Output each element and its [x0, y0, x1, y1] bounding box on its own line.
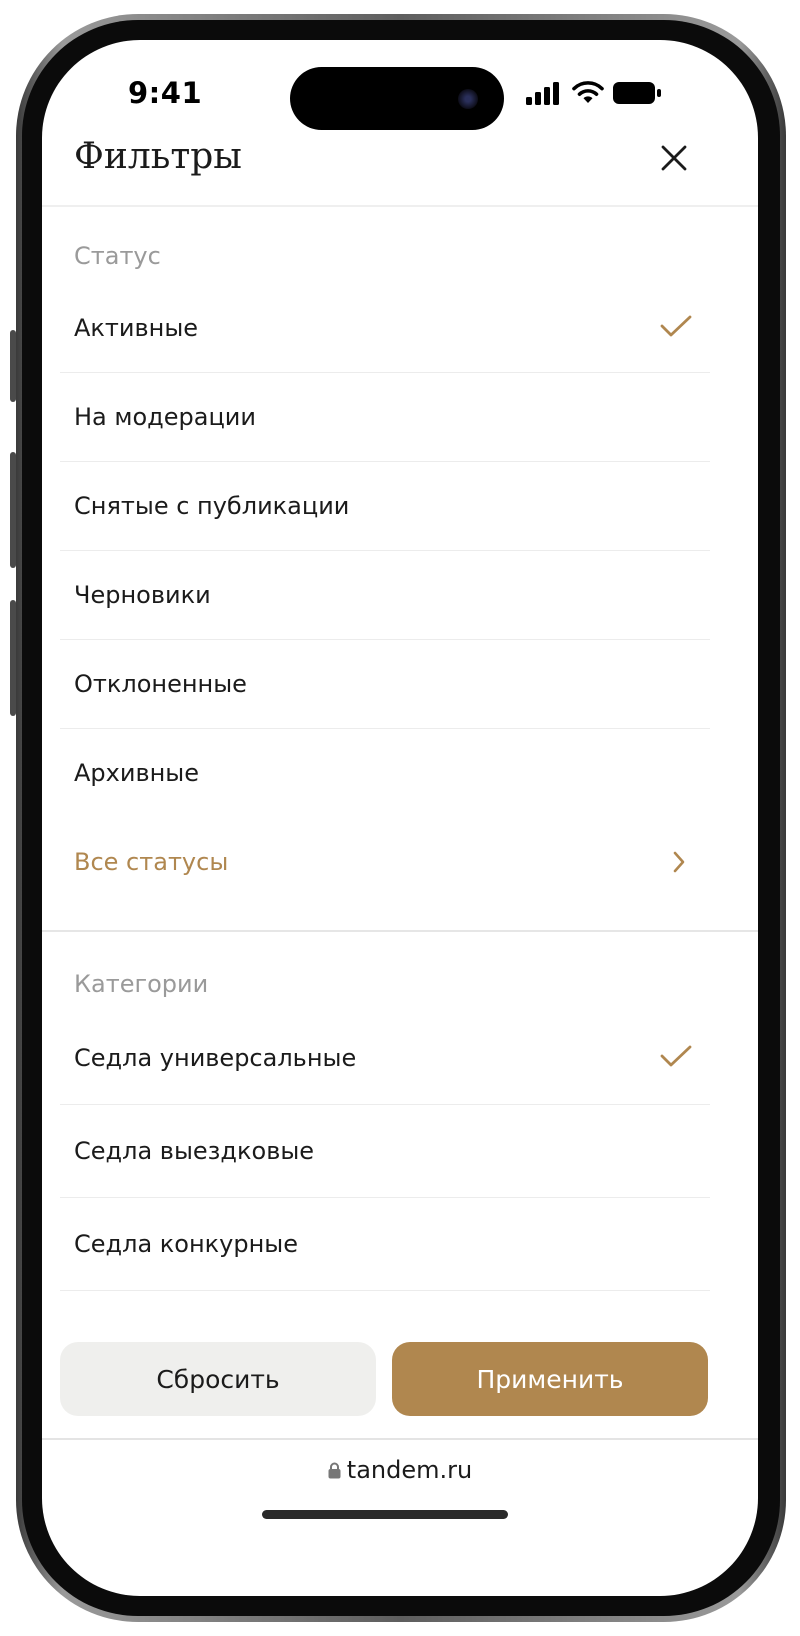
volume-down-button — [10, 600, 16, 716]
check-icon — [660, 315, 692, 337]
status-item-label: Отклоненные — [74, 670, 247, 698]
category-item-jumping[interactable]: Седла конкурные — [60, 1198, 710, 1291]
dynamic-island — [290, 67, 504, 130]
status-item-moderation[interactable]: На модерации — [60, 373, 710, 462]
status-time: 9:41 — [128, 76, 203, 110]
action-button — [10, 330, 16, 402]
section-divider — [42, 930, 758, 932]
status-item-label: На модерации — [74, 403, 257, 431]
close-button[interactable] — [660, 144, 688, 172]
status-item-active[interactable]: Активные — [60, 284, 710, 373]
row-divider — [60, 1290, 710, 1291]
status-item-label: Снятые с публикации — [74, 492, 350, 520]
camera-icon — [458, 89, 478, 109]
check-icon — [660, 1045, 692, 1067]
lock-icon — [328, 1462, 341, 1479]
all-statuses-label: Все статусы — [74, 848, 229, 876]
reset-button[interactable]: Сбросить — [60, 1342, 376, 1416]
close-icon — [661, 145, 687, 171]
url-bar-divider — [42, 1438, 758, 1440]
page-title: Фильтры — [74, 136, 242, 177]
category-item-universal[interactable]: Седла универсальные — [60, 1012, 710, 1105]
battery-icon — [613, 82, 661, 104]
header-divider — [42, 205, 758, 207]
status-item-label: Архивные — [74, 759, 200, 787]
status-item-drafts[interactable]: Черновики — [60, 551, 710, 640]
cellular-signal-icon — [526, 82, 559, 105]
volume-up-button — [10, 452, 16, 568]
all-statuses-link[interactable]: Все статусы — [60, 818, 710, 908]
url-bar[interactable]: tandem.ru — [42, 1456, 758, 1484]
url-text: tandem.ru — [346, 1456, 473, 1484]
category-item-label: Седла универсальные — [74, 1044, 357, 1072]
home-indicator[interactable] — [262, 1510, 508, 1519]
apply-button[interactable]: Применить — [392, 1342, 708, 1416]
status-item-rejected[interactable]: Отклоненные — [60, 640, 710, 729]
status-item-archived[interactable]: Архивные — [60, 729, 710, 818]
status-item-unpublished[interactable]: Снятые с публикации — [60, 462, 710, 551]
category-item-dressage[interactable]: Седла выездковые — [60, 1105, 710, 1198]
wifi-icon — [572, 81, 604, 103]
status-item-label: Черновики — [74, 581, 211, 609]
status-section-label: Статус — [74, 242, 161, 270]
categories-section-label: Категории — [74, 970, 209, 998]
chevron-right-icon — [673, 851, 685, 873]
screen: 9:41 Фильтры Статус Активные На модераци… — [42, 40, 758, 1596]
status-item-label: Активные — [74, 314, 199, 342]
category-item-label: Седла конкурные — [74, 1230, 299, 1258]
category-item-label: Седла выездковые — [74, 1137, 315, 1165]
